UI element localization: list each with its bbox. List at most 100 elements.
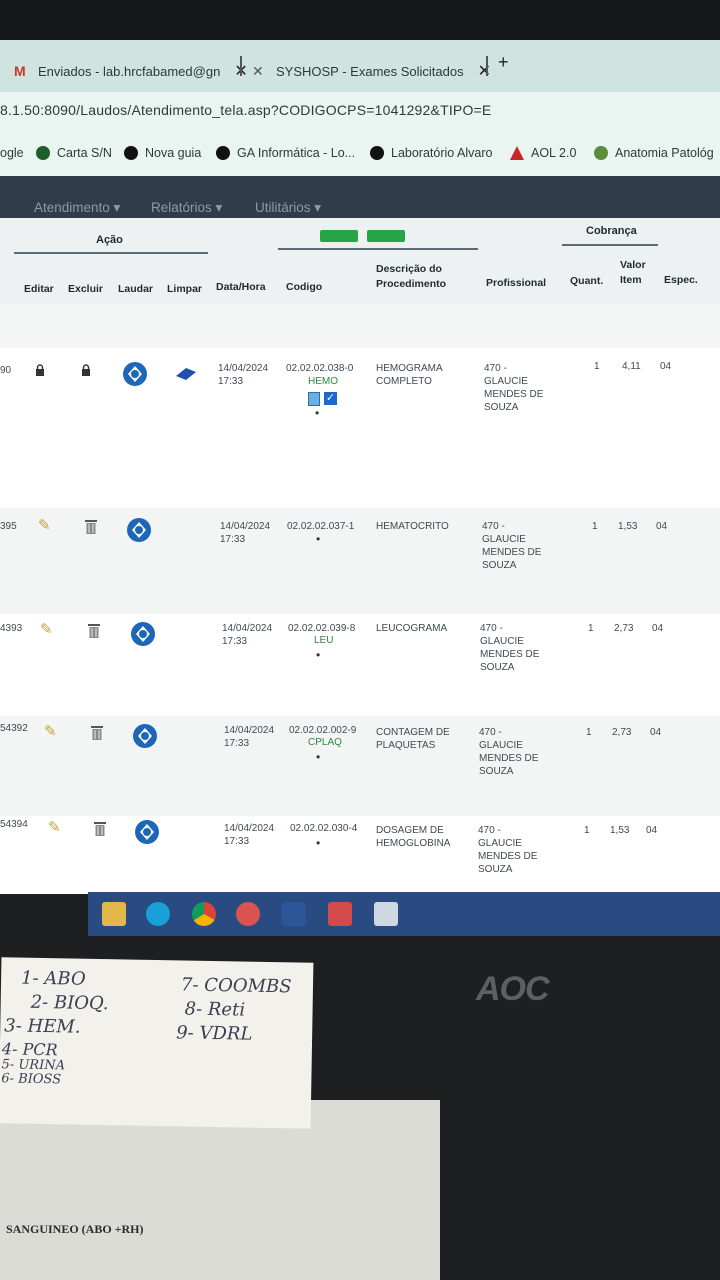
nav-atendimento[interactable]: Atendimento ▾ [34,200,120,216]
edge-icon[interactable] [146,902,170,926]
tab-separator [240,56,242,76]
row-value: 2,73 [612,727,632,738]
row-spec: 04 [650,727,662,738]
monitor-bezel-top [0,0,720,40]
gmail-icon: M [14,63,26,79]
row-time: 17:33 [220,534,246,545]
tab-gmail[interactable]: M Enviados - lab.hrcfabamed@gn ✕ [14,54,248,88]
row-date: 14/04/2024 [218,363,269,374]
table-row: 395 ✎ 14/04/2024 17:33 02.02.02.037-1 • … [0,508,720,614]
bookmark-label: Anatomia Patológ [615,146,714,160]
pencil-icon[interactable]: ✎ [38,516,51,534]
bookmark-aol[interactable]: AOL 2.0 [510,146,576,160]
bookmark-label: ogle [0,146,24,160]
col-excluir: Excluir [68,283,104,295]
monitor-brand-logo: AOC [476,970,550,1008]
anydesk-icon[interactable] [328,902,352,926]
tab-gmail-label: Enviados - lab.hrcfabamed@gn [38,63,221,79]
windows-taskbar [88,892,720,936]
row-prof-4: SOUZA [484,402,519,413]
address-bar[interactable]: 8.1.50:8090/Laudos/Atendimento_tela.asp?… [0,92,720,132]
col-datahora: Data/Hora [216,281,266,293]
table-row: 90 14/04/2024 17:33 02.02.02.038-0 HEMO … [0,348,720,508]
table-row: 54392 ✎ 14/04/2024 17:33 02.02.02.002-9 … [0,716,720,816]
document-icon[interactable] [308,392,320,406]
bullet: • [316,532,321,546]
folder-icon[interactable] [102,902,126,926]
row-desc-2: HEMOGLOBINA [376,838,451,849]
close-icon[interactable]: ✕ [478,61,491,81]
printed-text: SANGUINEO (ABO +RH) [6,1222,144,1236]
bookmark-label: AOL 2.0 [531,146,577,160]
laudar-icon[interactable] [128,620,158,648]
row-prof-1: 470 - [484,363,507,374]
bookmark-carta[interactable]: Carta S/N [36,146,112,160]
divider [14,252,208,254]
bookmark-nova-guia[interactable]: Nova guia [124,146,201,160]
row-code: 02.02.02.039-8 [288,623,356,634]
row-desc-2: COMPLETO [376,376,432,387]
row-value: 1,53 [610,825,630,836]
bookmark-google[interactable]: ogle [0,146,24,160]
word-icon[interactable] [282,902,306,926]
row-date: 14/04/2024 [222,623,273,634]
row-prof-3: MENDES DE [482,547,542,558]
bookmarks-bar: ogle Carta S/N Nova guia GA Informática … [0,132,720,176]
bookmark-ga[interactable]: GA Informática - Lo... [216,146,355,160]
laudar-icon[interactable] [124,516,154,544]
row-desc-1: CONTAGEM DE [376,727,450,738]
row-prof-4: SOUZA [479,766,514,777]
trash-icon[interactable] [90,724,104,741]
row-qty: 1 [588,623,594,634]
chrome-icon[interactable] [192,902,216,926]
tab-syshosp-label: SYSHOSP - Exames Solicitados [276,63,464,79]
nav-relatorios[interactable]: Relatórios ▾ [151,200,222,216]
green-action-button[interactable] [367,230,405,242]
trash-icon[interactable] [84,518,98,535]
pencil-icon[interactable]: ✎ [44,722,57,740]
divider [562,244,658,246]
url-text[interactable]: 8.1.50:8090/Laudos/Atendimento_tela.asp?… [0,102,491,118]
pencil-icon[interactable]: ✎ [40,620,53,638]
note-line: 8- Reti [184,998,246,1021]
bullet: • [316,836,321,850]
app-icon[interactable] [236,902,260,926]
tools-icon[interactable] [374,902,398,926]
note-line: 7- COOMBS [180,974,292,998]
row-id: 90 [0,365,12,376]
row-code: 02.02.02.002-9 [289,725,357,736]
laudar-icon[interactable] [132,818,162,846]
row-time: 17:33 [222,636,248,647]
col-valor-1: Valor [620,259,646,271]
row-desc-1: LEUCOGRAMA [376,623,448,634]
bookmark-anatomia[interactable]: Anatomia Patológ [594,146,714,160]
row-prof-4: SOUZA [482,560,517,571]
trash-icon[interactable] [87,622,101,639]
note-line: 1- ABO [20,967,86,990]
row-time: 17:33 [218,376,244,387]
row-qty: 1 [586,727,592,738]
row-desc-1: HEMOGRAMA [376,363,443,374]
pencil-icon[interactable]: ✎ [48,818,61,836]
checkbox[interactable]: ✓ [324,392,337,405]
green-action-button[interactable] [320,230,358,242]
nav-utilitarios[interactable]: Utilitários ▾ [255,200,321,216]
row-spec: 04 [660,361,672,372]
bookmark-alvaro[interactable]: Laboratório Alvaro [370,146,492,160]
tab-syshosp[interactable]: ✕ SYSHOSP - Exames Solicitados ✕ [252,54,491,88]
bullet: • [316,648,321,662]
laudar-icon[interactable] [120,360,150,388]
bookmark-label: Laboratório Alvaro [391,146,493,160]
col-descricao-1: Descrição do [376,263,442,275]
bookmark-label: Nova guia [145,146,202,160]
trash-icon[interactable] [93,820,107,837]
row-code-sub: CPLAQ [308,737,342,748]
col-quant: Quant. [570,275,604,287]
eraser-icon[interactable] [174,366,198,380]
laudar-icon[interactable] [130,722,160,750]
tools-icon: ✕ [252,63,264,79]
row-prof-2: GLAUCIE [480,636,524,647]
col-editar: Editar [24,283,54,295]
tab-separator [486,56,488,76]
new-tab-button[interactable]: + [498,52,509,73]
